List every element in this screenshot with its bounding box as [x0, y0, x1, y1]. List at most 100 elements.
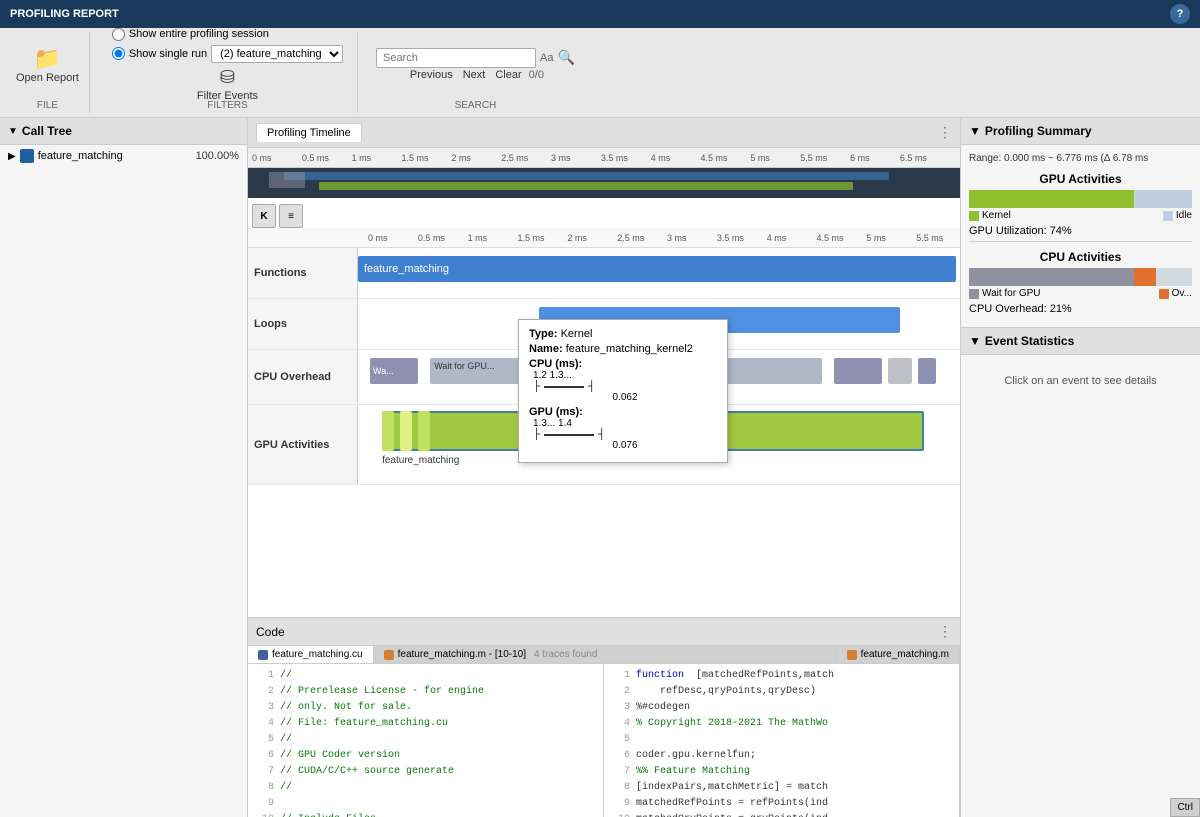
- tooltip-cpu-range: 1.2 1.3...: [533, 370, 717, 381]
- radio-single-label: Show single run: [129, 48, 207, 60]
- code-line: 3// only. Not for sale.: [252, 700, 599, 716]
- previous-button[interactable]: Previous: [407, 68, 456, 82]
- code-menu-icon[interactable]: ⋮: [938, 623, 952, 640]
- tab-m2-label: feature_matching.m: [861, 649, 949, 660]
- loops-row: Loops Type: Kernel Name: feature_matchin…: [248, 299, 960, 350]
- cpu-ov-legend-dot: [1159, 289, 1169, 299]
- cpu-activity-title: CPU Activities: [969, 250, 1192, 264]
- search-icon[interactable]: 🔍: [557, 49, 574, 66]
- radio-single-run[interactable]: Show single run (2) feature_matching: [112, 45, 343, 63]
- summary-collapse-icon[interactable]: ▼: [969, 124, 981, 138]
- call-tree-panel: ▼ Call Tree ▶ feature_matching 100.00%: [0, 118, 248, 817]
- gpu-legend: Kernel Idle: [969, 210, 1192, 221]
- tab-m2-dot: [847, 650, 857, 660]
- mini-timeline[interactable]: [248, 168, 960, 198]
- center-panel: Profiling Timeline ⋮ 0 ms 0.5 ms 1 ms 1.…: [248, 118, 960, 817]
- cpu-other-segment: [1156, 268, 1192, 286]
- event-collapse-icon[interactable]: ▼: [969, 334, 981, 348]
- profiling-timeline-tab[interactable]: Profiling Timeline: [256, 123, 362, 142]
- tooltip-cpu-row: CPU (ms): 1.2 1.3... ├┤ 0.062: [529, 358, 717, 403]
- gpu-idle-segment: [1134, 190, 1192, 208]
- search-input-row: Aa 🔍: [376, 48, 575, 68]
- radio-entire-session-input[interactable]: [112, 28, 125, 41]
- feature-matching-bar[interactable]: feature_matching: [358, 256, 956, 282]
- right-panel: ▼ Profiling Summary Range: 0.000 ms ~ 6.…: [960, 118, 1200, 817]
- cpu-activity-bar: Wait for GPU Ov...: [969, 268, 1192, 299]
- cpu-ov-segment: [1134, 268, 1156, 286]
- radio-single-run-input[interactable]: [112, 47, 125, 60]
- tab-m-dot: [384, 650, 394, 660]
- cpu-wait-legend: Wait for GPU: [969, 288, 1041, 299]
- expand-icon[interactable]: ▶: [8, 151, 16, 162]
- code-line: 10// Include Files: [252, 812, 599, 817]
- gpu-bar-display: [969, 190, 1192, 208]
- cpu-bar-right2[interactable]: [888, 358, 912, 384]
- code-line: 1function [matchedRefPoints,match: [608, 668, 955, 684]
- code-line: 8//: [252, 780, 599, 796]
- right-code-pane[interactable]: 1function [matchedRefPoints,match 2 refD…: [604, 664, 960, 817]
- tooltip-type-row: Type: Kernel: [529, 328, 717, 340]
- loops-content[interactable]: Type: Kernel Name: feature_matching_kern…: [358, 299, 960, 349]
- idle-legend: Idle: [1163, 210, 1192, 221]
- tooltip-type-label: Type:: [529, 328, 558, 340]
- radio-entire-session[interactable]: Show entire profiling session: [112, 28, 343, 41]
- code-content: 1// 2// Prerelease License - for engine …: [248, 664, 960, 817]
- left-code-pane[interactable]: 1// 2// Prerelease License - for engine …: [248, 664, 604, 817]
- timeline-body[interactable]: K ≡ 0 ms 0.5 ms 1 ms 1.5 ms 2 ms 2.5 ms …: [248, 198, 960, 617]
- divider: [969, 241, 1192, 242]
- timeline-menu-icon[interactable]: ⋮: [938, 124, 952, 141]
- clear-button[interactable]: Clear: [492, 68, 524, 82]
- gpu-kernel-segment: [969, 190, 1134, 208]
- next-button[interactable]: Next: [460, 68, 489, 82]
- func-bar-label: feature_matching: [364, 263, 449, 275]
- tooltip-name-row: Name: feature_matching_kernel2: [529, 343, 717, 355]
- tab-cu-file[interactable]: feature_matching.cu: [248, 646, 374, 663]
- second-ruler: 0 ms 0.5 ms 1 ms 1.5 ms 2 ms 2.5 ms 3 ms…: [248, 228, 960, 248]
- tab-m-file[interactable]: feature_matching.m - [10-10] 4 traces fo…: [374, 646, 837, 663]
- cpu-overhead-label: CPU Overhead: [248, 350, 358, 404]
- search-input[interactable]: [376, 48, 536, 68]
- cpu-bar-right3[interactable]: [918, 358, 936, 384]
- open-report-button[interactable]: 📁 Open Report: [16, 46, 79, 84]
- keyboard-ctrl-btn[interactable]: K: [252, 204, 276, 228]
- filter-icon: ⛁: [220, 67, 235, 88]
- code-header: Code ⋮: [248, 618, 960, 646]
- functions-label: Functions: [248, 248, 358, 298]
- gpu-sublabel: feature_matching: [382, 455, 459, 466]
- gpu-activities-label: GPU Activities: [248, 405, 358, 484]
- cpu-bar-right1[interactable]: [834, 358, 882, 384]
- tab-m-label: feature_matching.m - [10-10]: [398, 649, 526, 660]
- tab-m-file2[interactable]: feature_matching.m: [837, 646, 960, 663]
- run-select[interactable]: (2) feature_matching: [211, 45, 343, 63]
- filters-section: Show entire profiling session Show singl…: [98, 32, 358, 113]
- gpu-activity-bar: Kernel Idle: [969, 190, 1192, 221]
- tab-cu-label: feature_matching.cu: [272, 649, 363, 660]
- gpu-activity-title: GPU Activities: [969, 172, 1192, 186]
- collapse-arrow-icon[interactable]: ▼: [8, 126, 18, 137]
- code-line: 8[indexPairs,matchMetric] = match: [608, 780, 955, 796]
- code-line: 2// Prerelease License - for engine: [252, 684, 599, 700]
- gpu-small-bar1: [400, 411, 412, 451]
- tooltip-cpu-label: CPU (ms):: [529, 358, 582, 370]
- tooltip-gpu-label: GPU (ms):: [529, 406, 583, 418]
- idle-legend-dot: [1163, 211, 1173, 221]
- cpu-bar-wait[interactable]: Wa...: [370, 358, 418, 384]
- functions-content[interactable]: feature_matching: [358, 248, 960, 298]
- cpu-wait-legend-label: Wait for GPU: [982, 288, 1041, 299]
- timeline-controls: K ≡: [252, 204, 303, 228]
- profiling-summary-header: ▼ Profiling Summary: [961, 118, 1200, 145]
- search-section: Aa 🔍 Previous Next Clear 0/0 SEARCH: [366, 32, 585, 113]
- item-percent: 100.00%: [196, 150, 239, 162]
- tooltip-gpu-row: GPU (ms): 1.3... 1.4 ├┤ 0.076: [529, 406, 717, 451]
- open-report-label: Open Report: [16, 72, 79, 84]
- help-button[interactable]: ?: [1170, 4, 1190, 24]
- item-icon: [20, 149, 34, 163]
- cpu-bar-display: [969, 268, 1192, 286]
- cpu-util-text: CPU Overhead: 21%: [969, 303, 1192, 315]
- list-ctrl-btn[interactable]: ≡: [279, 204, 303, 228]
- tooltip: Type: Kernel Name: feature_matching_kern…: [518, 319, 728, 463]
- radio-group: Show entire profiling session Show singl…: [112, 28, 343, 63]
- filter-events-button[interactable]: ⛁ Filter Events: [197, 67, 258, 102]
- list-item[interactable]: ▶ feature_matching 100.00%: [0, 145, 247, 167]
- code-line: 9matchedRefPoints = refPoints(ind: [608, 796, 955, 812]
